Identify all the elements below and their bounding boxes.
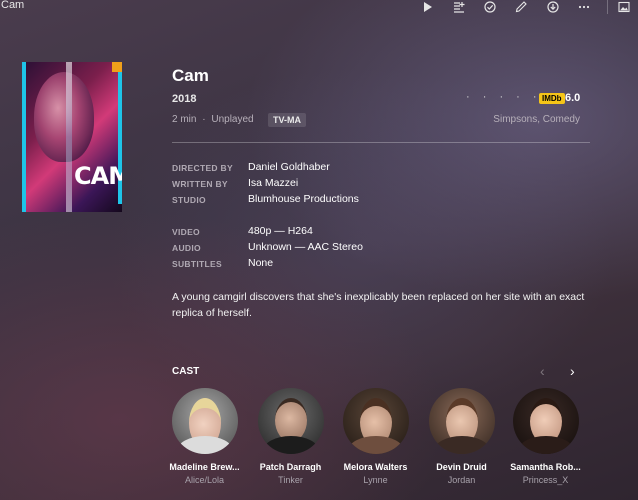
image-icon[interactable]	[617, 0, 631, 14]
avatar-shoulders	[176, 436, 233, 454]
poster-face-art	[34, 72, 94, 162]
cast-member[interactable]: Devin Druid Jordan	[419, 388, 504, 485]
movie-poster[interactable]: CAM	[22, 62, 122, 212]
studio-label: STUDIO	[172, 195, 206, 205]
cast-role: Lynne	[363, 475, 388, 485]
imdb-logo: IMDb	[539, 93, 565, 104]
subtitles-label: SUBTITLES	[172, 259, 222, 269]
user-rating-stars[interactable]: · · · · ·	[466, 91, 542, 103]
cast-role: Tinker	[278, 475, 303, 485]
cast-prev-arrow-icon[interactable]: ‹	[540, 363, 545, 379]
play-status: Unplayed	[211, 114, 254, 125]
poster-corner-mark	[112, 62, 122, 72]
movie-year: 2018	[172, 93, 197, 105]
cast-next-arrow-icon[interactable]: ›	[570, 363, 575, 379]
cast-name: Madeline Brew...	[169, 462, 240, 472]
studio-name[interactable]: Blumhouse Productions	[248, 193, 359, 205]
section-divider	[172, 142, 590, 143]
imdb-score: 6.0	[565, 92, 581, 104]
written-by-label: WRITTEN BY	[172, 179, 228, 189]
cast-member[interactable]: Patch Darragh Tinker	[248, 388, 333, 485]
avatar-shoulders	[262, 436, 319, 454]
avatar-shoulders	[517, 436, 574, 454]
cast-name: Samantha Rob...	[510, 462, 581, 472]
top-bar: Cam	[0, 0, 638, 14]
avatar	[257, 388, 324, 454]
play-icon[interactable]	[421, 0, 435, 14]
cast-member[interactable]: Melora Walters Lynne	[333, 388, 418, 485]
window-title: Cam	[1, 0, 25, 11]
mark-watched-icon[interactable]	[483, 0, 497, 14]
avatar	[428, 388, 495, 454]
cast-member[interactable]: Madeline Brew... Alice/Lola	[162, 388, 247, 485]
cast-name: Patch Darragh	[259, 462, 322, 472]
cast-heading: CAST	[172, 366, 200, 377]
cast-role: Alice/Lola	[184, 475, 225, 485]
poster-accent-bar	[22, 62, 26, 212]
edit-icon[interactable]	[514, 0, 528, 14]
meta-line: 2 min · Unplayed	[172, 114, 254, 125]
content-rating-badge: TV-MA	[268, 113, 306, 127]
more-icon[interactable]	[577, 0, 591, 14]
avatar	[171, 388, 238, 454]
video-label: VIDEO	[172, 227, 200, 237]
movie-title: Cam	[172, 66, 209, 85]
toolbar-divider	[607, 0, 608, 14]
cast-role: Jordan	[447, 475, 476, 485]
director-name[interactable]: Daniel Goldhaber	[248, 161, 330, 173]
duration: 2 min	[172, 114, 197, 125]
cast-member[interactable]: Samantha Rob... Princess_X	[503, 388, 588, 485]
audio-info[interactable]: Unknown — AAC Stereo	[248, 241, 363, 253]
avatar	[512, 388, 579, 454]
poster-title: CAM	[74, 162, 122, 190]
genres: Simpsons, Comedy	[493, 114, 580, 125]
subtitles-info[interactable]: None	[248, 257, 273, 269]
poster-glitch-stripe	[66, 62, 72, 212]
cast-role: Princess_X	[522, 475, 569, 485]
writer-name[interactable]: Isa Mazzei	[248, 177, 298, 189]
avatar-shoulders	[433, 436, 490, 454]
meta-separator: ·	[202, 114, 206, 125]
movie-summary: A young camgirl discovers that she's ine…	[172, 291, 585, 319]
video-info: 480p — H264	[248, 225, 313, 237]
download-icon[interactable]	[546, 0, 560, 14]
avatar	[342, 388, 409, 454]
audio-label: AUDIO	[172, 243, 201, 253]
cast-name: Melora Walters	[343, 462, 408, 472]
cast-name: Devin Druid	[436, 462, 487, 472]
add-to-queue-icon[interactable]	[452, 0, 466, 14]
directed-by-label: DIRECTED BY	[172, 163, 233, 173]
avatar-shoulders	[347, 436, 404, 454]
